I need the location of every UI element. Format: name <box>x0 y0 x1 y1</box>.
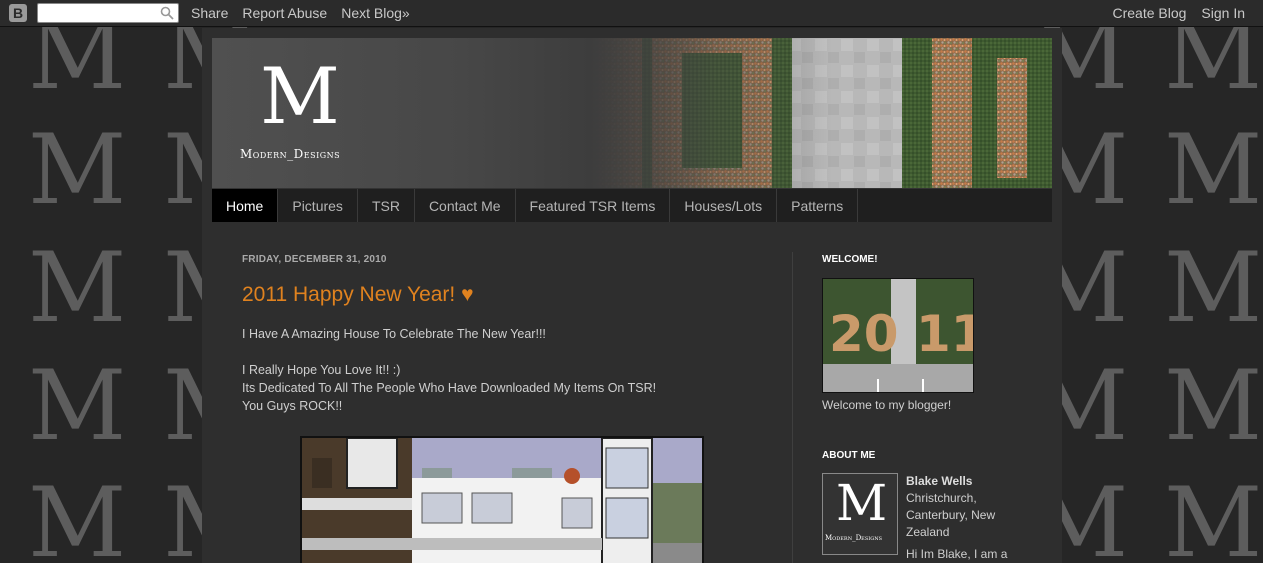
report-abuse-link[interactable]: Report Abuse <box>242 5 327 21</box>
avatar-text: Modern_Designs <box>825 534 883 542</box>
search-icon[interactable] <box>160 6 174 20</box>
post-line: I Really Hope You Love It!! :) <box>242 363 401 377</box>
sidebar: WELCOME! 20 11 Welcome to my blogger! AB… <box>822 254 1022 563</box>
house-render <box>302 438 702 563</box>
about-profile: M Modern_Designs Blake Wells Christchurc… <box>822 473 1022 563</box>
welcome-widget-title: WELCOME! <box>822 254 878 265</box>
post-line: Its Dedicated To All The People Who Have… <box>242 381 657 395</box>
profile-location: Christchurch, Canterbury, New Zealand <box>906 491 996 539</box>
bg-letter: M <box>28 350 127 462</box>
page-tabs: Home Pictures TSR Contact Me Featured TS… <box>212 188 1052 222</box>
blogger-logo-letter: B <box>12 5 24 21</box>
post-date: FRIDAY, DECEMBER 31, 2010 <box>242 254 387 265</box>
avatar-letter: M <box>836 474 888 532</box>
bg-letter: M <box>28 232 127 344</box>
about-info: Blake Wells Christchurch, Canterbury, Ne… <box>906 473 1016 563</box>
tab-houses-lots[interactable]: Houses/Lots <box>670 189 778 222</box>
create-blog-link[interactable]: Create Blog <box>1112 5 1186 21</box>
post-body: I Have A Amazing House To Celebrate The … <box>242 325 782 415</box>
navbar-right: Create Blog Sign In <box>1112 5 1245 21</box>
bg-letter: M <box>1164 350 1263 462</box>
bg-letter: M <box>28 114 127 226</box>
main-column: FRIDAY, DECEMBER 31, 2010 2011 Happy New… <box>242 254 782 563</box>
post-line: I Have A Amazing House To Celebrate The … <box>242 327 546 341</box>
post-image[interactable] <box>300 436 704 563</box>
welcome-image-render: 20 11 <box>823 279 973 392</box>
bg-letter: M <box>28 27 127 111</box>
tab-pictures[interactable]: Pictures <box>278 189 358 222</box>
tab-tsr[interactable]: TSR <box>358 189 415 222</box>
sign-in-link[interactable]: Sign In <box>1201 5 1245 21</box>
blogger-logo-icon[interactable]: B <box>9 4 27 22</box>
welcome-image-text: 20 11 <box>829 305 973 363</box>
blog-header[interactable]: M Modern_Designs <box>212 38 1052 188</box>
profile-name[interactable]: Blake Wells <box>906 473 1016 490</box>
tab-contact-me[interactable]: Contact Me <box>415 189 516 222</box>
profile-bio: Hi Im Blake, I am a <box>906 547 1008 561</box>
post-line: You Guys ROCK!! <box>242 399 343 413</box>
about-widget-title: ABOUT ME <box>822 450 876 461</box>
post-line <box>242 343 782 361</box>
bg-letter: M <box>1164 232 1263 344</box>
welcome-text: Welcome to my blogger! <box>822 398 952 412</box>
tab-home[interactable]: Home <box>212 189 279 222</box>
search-input[interactable] <box>38 4 158 22</box>
blogger-navbar: B Share Report Abuse Next Blog» Create B… <box>0 0 1263 27</box>
header-logo-text: Modern_Designs <box>240 147 341 161</box>
welcome-image[interactable]: 20 11 <box>822 278 974 393</box>
avatar[interactable]: M Modern_Designs <box>822 473 898 555</box>
bg-letter: M <box>1164 467 1263 563</box>
content-outer: M Modern_Designs Home Pictures TSR Conta… <box>202 28 1062 563</box>
column-divider <box>792 252 793 563</box>
tab-featured-tsr-items[interactable]: Featured TSR Items <box>516 189 671 222</box>
bg-letter: M <box>28 467 127 563</box>
tab-patterns[interactable]: Patterns <box>777 189 859 222</box>
bg-letter: M <box>1164 27 1263 111</box>
next-blog-link[interactable]: Next Blog» <box>341 5 409 21</box>
post-title[interactable]: 2011 Happy New Year! ♥ <box>242 283 782 307</box>
header-logo-letter: M <box>260 52 340 142</box>
search-box <box>37 3 179 23</box>
share-link[interactable]: Share <box>191 5 228 21</box>
bg-letter: M <box>1164 114 1263 226</box>
